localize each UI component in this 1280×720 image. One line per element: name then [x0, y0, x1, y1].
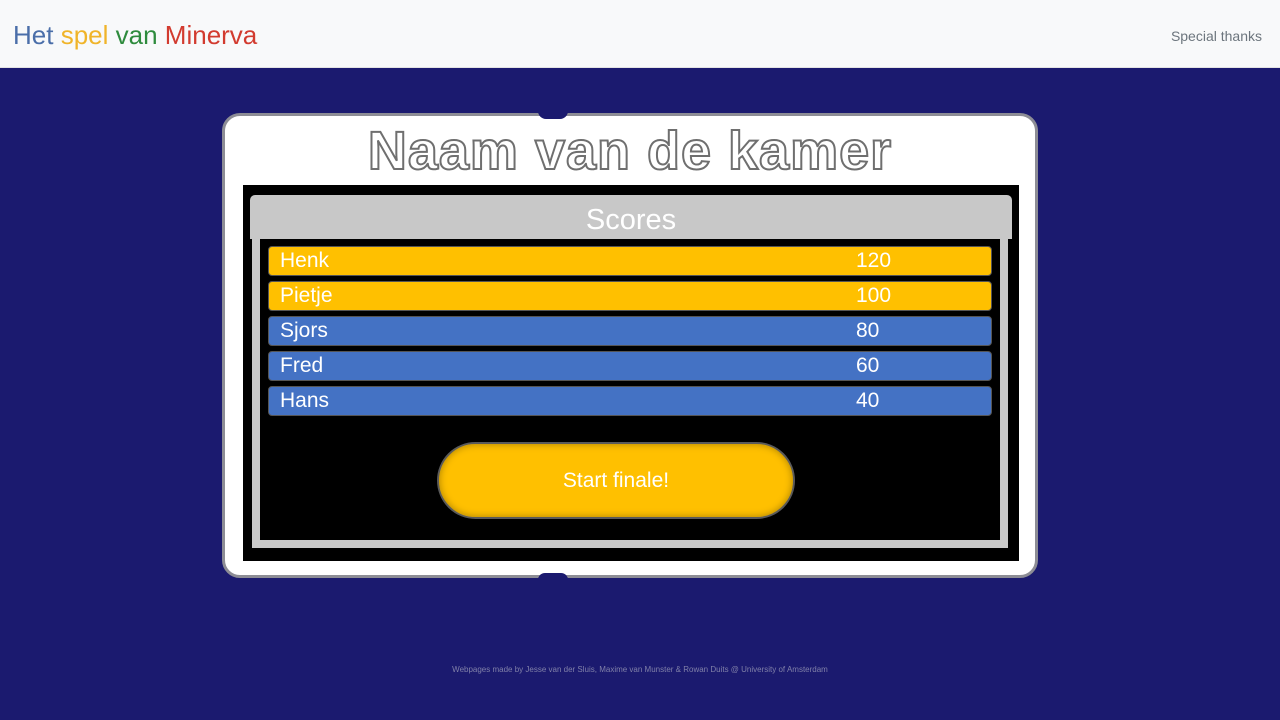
player-name: Pietje — [280, 284, 333, 307]
player-score: 120 — [856, 249, 892, 272]
player-name: Fred — [280, 354, 324, 377]
player-name: Henk — [280, 249, 330, 272]
scores-title: Scores — [585, 204, 677, 236]
score-row: Hans 40 — [268, 386, 992, 416]
card-notch-bottom — [538, 573, 568, 580]
player-score: 60 — [856, 354, 880, 377]
player-score: 100 — [856, 284, 892, 307]
brand-word-spel: spel — [60, 20, 109, 50]
score-row: Henk 120 — [268, 246, 992, 276]
player-score: 40 — [856, 389, 880, 412]
brand-word-het: Het — [13, 20, 54, 50]
brand-word-van: van — [115, 20, 158, 50]
player-name: Sjors — [280, 319, 328, 342]
room-title: Naam van de kamer — [367, 120, 893, 182]
brand-logo[interactable]: Het spel van Minerva — [13, 19, 257, 51]
player-name: Hans — [280, 389, 330, 412]
scores-header: Scores — [250, 195, 1012, 239]
special-thanks-link[interactable]: Special thanks — [1171, 28, 1262, 44]
navbar: Het spel van Minerva Special thanks — [0, 0, 1280, 68]
score-row: Pietje 100 — [268, 281, 992, 311]
score-row: Sjors 80 — [268, 316, 992, 346]
brand-word-minerva: Minerva — [164, 20, 258, 50]
player-score: 80 — [856, 319, 880, 342]
footer-credits: Webpages made by Jesse van der Sluis, Ma… — [452, 665, 828, 674]
card-notch-top — [538, 111, 568, 119]
score-row: Fred 60 — [268, 351, 992, 381]
start-finale-button[interactable]: Start finale! — [437, 442, 795, 519]
